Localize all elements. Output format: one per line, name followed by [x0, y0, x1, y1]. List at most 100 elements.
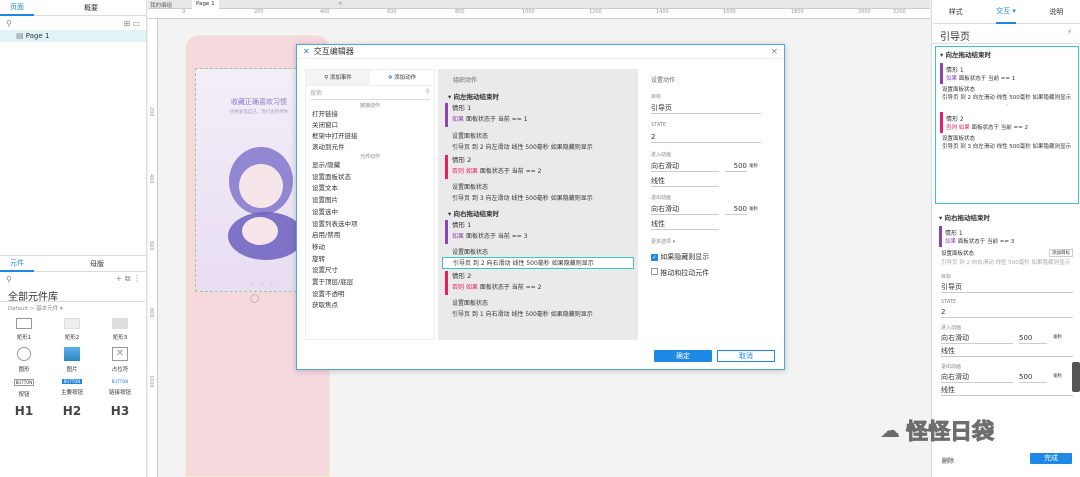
action-item[interactable]: 框架中打开链接: [312, 131, 434, 142]
show-if-hidden-checkbox[interactable]: ✓ 如果隐藏则显示: [651, 252, 709, 262]
search-icon[interactable]: ⚲: [6, 19, 12, 28]
exit-anim-select[interactable]: 向右滑动: [941, 371, 1013, 383]
cancel-button[interactable]: 取消: [717, 350, 775, 362]
action-item[interactable]: 设置图片: [312, 195, 434, 207]
widget-image[interactable]: 图片: [48, 347, 96, 373]
case-1-card[interactable]: 情形 1 如果 面板状态于 当前 == 3: [939, 226, 1075, 247]
event-left-swipe[interactable]: ▾ 向左拖动结束时: [448, 91, 499, 101]
add-folder-icon[interactable]: ▭: [132, 19, 140, 28]
exit-anim-select[interactable]: 向右滑动: [651, 203, 719, 215]
side-handle[interactable]: [1072, 362, 1080, 392]
action-item[interactable]: 移动: [312, 242, 434, 254]
tab-masters[interactable]: 母版: [80, 259, 114, 269]
widget-link-button[interactable]: BUTTON 链接按钮: [96, 379, 144, 398]
widget-circle[interactable]: 圆形: [0, 347, 48, 373]
action-item[interactable]: 置于顶层/底层: [312, 277, 434, 289]
action-item[interactable]: 启用/禁用: [312, 230, 434, 242]
widget-primary-button[interactable]: BUTTON 主要按钮: [48, 379, 96, 398]
action-block[interactable]: 设置面板状态 引导页 到 3 向左滑动 线性 500毫秒 如果隐藏则显示: [942, 135, 1072, 151]
action-item[interactable]: 设置选中: [312, 207, 434, 219]
action-item[interactable]: 设置列表选中项: [312, 219, 434, 231]
close-icon[interactable]: ×: [338, 1, 343, 7]
case-2-right[interactable]: 情形 2 否则 如果 面板状态于 当前 == 2: [445, 271, 625, 295]
push-pull-checkbox[interactable]: 推动和拉动元件: [651, 268, 709, 278]
exit-easing-select[interactable]: 线性: [941, 384, 1073, 396]
widget-placeholder[interactable]: ✕ 占位符: [96, 347, 144, 373]
action-item[interactable]: 关闭窗口: [312, 120, 434, 131]
action-text[interactable]: 引导页 到 2 向右滑动 线性 500毫秒 如果隐藏则显示: [941, 259, 1073, 267]
action-search-input[interactable]: 搜索 ⚲: [310, 88, 430, 100]
selected-action-text[interactable]: 引导页 到 2 向右滑动 线性 500毫秒 如果隐藏则显示: [442, 257, 634, 269]
enter-ms-input[interactable]: 500: [1019, 332, 1047, 344]
widget-rect3[interactable]: 矩形3: [96, 318, 144, 341]
tab-canvas-page1[interactable]: Page 1: [192, 0, 219, 9]
action-text[interactable]: 引导页 到 3 向左滑动 线性 500毫秒 如果隐藏则显示: [452, 193, 593, 202]
tab-add-event[interactable]: ⚲ 添加事件: [306, 70, 370, 85]
enter-anim-select[interactable]: 向右滑动: [941, 332, 1013, 344]
add-target-button[interactable]: 添加目标: [1049, 249, 1073, 257]
enter-easing-select[interactable]: 线性: [941, 345, 1073, 357]
search-icon[interactable]: ⚲: [6, 275, 12, 284]
tab-style[interactable]: 样式: [949, 7, 963, 17]
home-button-icon[interactable]: [250, 294, 259, 303]
more-options-label[interactable]: 更多选项 ▾: [651, 238, 675, 245]
action-item[interactable]: 获取焦点: [312, 300, 434, 312]
library-sub[interactable]: Default > 基本元件 ▾: [0, 302, 147, 314]
action-picker: ⚲ 添加事件 ✥ 添加动作 搜索 ⚲ 链接动作 打开链接 关闭窗口 框架中打开链接…: [305, 69, 435, 340]
case-2-card[interactable]: 情形 2 否则 如果 面板状态于 当前 == 2: [940, 112, 1074, 133]
action-item[interactable]: 设置尺寸: [312, 265, 434, 277]
enter-easing-select[interactable]: 线性: [651, 175, 719, 187]
action-item[interactable]: 设置不透明: [312, 289, 434, 301]
action-text[interactable]: 引导页 到 2 向左滑动 线性 500毫秒 如果隐藏则显示: [452, 142, 593, 151]
page-item[interactable]: ▤ Page 1: [0, 30, 146, 42]
library-tools-icon[interactable]: + ⧉ ⋮: [115, 274, 141, 284]
ruler-tick: 400: [320, 9, 330, 15]
action-block[interactable]: 设置面板状态 引导页 到 2 向左滑动 线性 500毫秒 如果隐藏则显示: [942, 86, 1072, 102]
exit-ms-input[interactable]: 500: [725, 203, 747, 215]
action-item[interactable]: 设置文本: [312, 183, 434, 195]
tab-outline[interactable]: 概要: [74, 3, 108, 13]
widget-name-field[interactable]: 引导页 ⚡: [932, 24, 1080, 44]
widget-rect1[interactable]: 矩形1: [0, 318, 48, 341]
widget-button[interactable]: BUTTON 按钮: [0, 379, 48, 398]
library-select[interactable]: 全部元件库: [0, 286, 147, 303]
library-tabbar: 元件 母版: [0, 256, 147, 272]
exit-easing-select[interactable]: 线性: [651, 218, 719, 230]
delete-button[interactable]: 删除: [942, 456, 954, 465]
action-item[interactable]: 旋转: [312, 254, 434, 266]
add-page-icon[interactable]: ⊞: [124, 19, 131, 28]
close-icon[interactable]: ×: [770, 47, 778, 57]
tab-canvas-group[interactable]: 我的编组: [150, 1, 172, 9]
state-select[interactable]: 2: [941, 306, 1073, 318]
tab-widgets[interactable]: 元件: [0, 256, 34, 272]
enter-ms-input[interactable]: 500: [725, 160, 747, 172]
widget-h1[interactable]: H1: [0, 404, 48, 418]
tab-pages[interactable]: 页面: [0, 0, 34, 16]
widget-h3[interactable]: H3: [96, 404, 144, 418]
widget-rect2[interactable]: 矩形2: [48, 318, 96, 341]
action-text[interactable]: 引导页 到 1 向右滑动 线性 500毫秒 如果隐藏则显示: [452, 309, 593, 318]
case-1-card[interactable]: 情形 1 如果 面板状态于 当前 == 1: [940, 63, 1074, 84]
lightning-icon[interactable]: ⚡: [1067, 28, 1072, 39]
enter-anim-select[interactable]: 向右滑动: [651, 160, 719, 172]
event-right-swipe[interactable]: ▾ 向右拖动结束时: [448, 208, 499, 218]
action-item[interactable]: 滚动到元件: [312, 142, 434, 153]
action-item[interactable]: 设置面板状态: [312, 172, 434, 184]
target-select[interactable]: 引导页: [941, 281, 1073, 293]
action-item[interactable]: 打开链接: [312, 109, 434, 120]
tab-add-action[interactable]: ✥ 添加动作: [370, 70, 434, 85]
action-item[interactable]: 显示/隐藏: [312, 160, 434, 172]
widget-h2[interactable]: H2: [48, 404, 96, 418]
exit-ms-input[interactable]: 500: [1019, 371, 1047, 383]
case-1-left[interactable]: 情形 1 如果 面板状态于 当前 == 1: [445, 103, 625, 127]
case-1-right[interactable]: 情形 1 如果 面板状态于 当前 == 3: [445, 220, 625, 244]
event-left-swipe-group[interactable]: ▾ 向左拖动结束时 情形 1 如果 面板状态于 当前 == 1 设置面板状态 引导…: [935, 46, 1079, 204]
tab-interactions[interactable]: 交互 ▾: [996, 0, 1016, 24]
chevron-up-icon[interactable]: ⌃: [936, 104, 1078, 110]
ok-button[interactable]: 确定: [654, 350, 712, 362]
state-select[interactable]: 2: [651, 131, 761, 143]
tab-notes[interactable]: 说明: [1049, 7, 1063, 17]
case-2-left[interactable]: 情形 2 否则 如果 面板状态于 当前 == 2: [445, 155, 625, 179]
done-button[interactable]: 完成: [1030, 453, 1072, 464]
target-select[interactable]: 引导页: [651, 102, 761, 114]
